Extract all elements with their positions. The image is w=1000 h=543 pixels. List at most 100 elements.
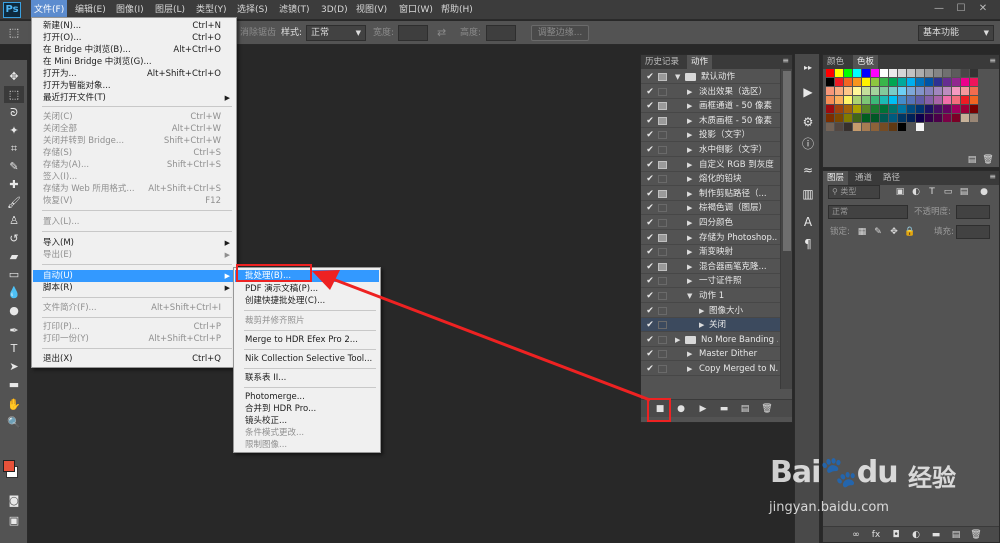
width-input[interactable] [398,25,428,41]
color-swatch[interactable] [898,69,906,77]
toggle-check-icon[interactable]: ✔ [644,114,656,128]
expand-triangle-icon[interactable]: ▶ [687,260,692,274]
color-swatch[interactable] [907,123,915,131]
eyedropper-tool-icon[interactable]: ✎ [4,158,24,175]
eraser-tool-icon[interactable]: ▰ [4,248,24,265]
color-swatch[interactable] [925,78,933,86]
blur-tool-icon[interactable]: 💧 [4,284,24,301]
action-row[interactable]: ✔ ▶ 存储为 Photoshop... [641,231,780,245]
delete-trash-icon[interactable]: 🗑 [760,402,774,416]
dialog-toggle-icon[interactable] [658,73,667,81]
tab-color[interactable]: 颜色 [823,55,848,69]
dialog-toggle-icon[interactable] [658,87,667,96]
action-row[interactable]: ✔ ▶ 四分颜色 [641,216,780,230]
color-swatch[interactable] [826,78,834,86]
color-swatch[interactable] [880,123,888,131]
color-swatch[interactable] [952,96,960,104]
color-swatch[interactable] [835,123,843,131]
color-swatch[interactable] [934,96,942,104]
styles-panel-icon[interactable]: ▥ [799,186,817,202]
toggle-check-icon[interactable]: ✔ [644,187,656,201]
color-swatch[interactable] [835,105,843,113]
action-row[interactable]: ✔ ▶ 水中倒影（文字） [641,143,780,157]
menu-window[interactable]: 窗口(W) [396,0,436,20]
toggle-check-icon[interactable]: ✔ [644,172,656,186]
delete-swatch-icon[interactable]: 🗑 [981,153,995,167]
toggle-check-icon[interactable]: ✔ [644,333,656,347]
color-swatch[interactable] [916,123,924,131]
expand-triangle-icon[interactable]: ▼ [675,70,680,84]
action-row[interactable]: ✔ ▶ 自定义 RGB 到灰度 [641,158,780,172]
color-swatch[interactable] [835,78,843,86]
color-swatch[interactable] [844,105,852,113]
color-swatch[interactable] [826,105,834,113]
color-swatch[interactable] [889,123,897,131]
healing-brush-tool-icon[interactable]: ✚ [4,176,24,193]
color-swatch[interactable] [880,87,888,95]
zoom-tool-icon[interactable]: 🔍 [4,414,24,431]
color-swatch[interactable] [862,96,870,104]
move-tool-icon[interactable]: ✥ [4,68,24,85]
color-swatch[interactable] [889,105,897,113]
color-swatch[interactable] [916,105,924,113]
menu-crop-straighten[interactable]: 裁剪并修齐照片 [235,315,379,327]
lock-position-icon[interactable]: ✥ [888,226,900,238]
color-swatch[interactable] [853,123,861,131]
dialog-toggle-icon[interactable] [658,233,667,242]
color-swatch[interactable] [880,96,888,104]
color-swatch[interactable] [934,78,942,86]
paragraph-panel-icon[interactable]: ¶ [799,236,817,252]
screen-mode-icon[interactable]: ▣ [4,512,24,529]
color-swatch[interactable] [952,105,960,113]
menu-scripts[interactable]: 脚本(R) ▶ [33,282,235,294]
color-swatch[interactable] [835,114,843,122]
filter-shape-icon[interactable]: ▭ [942,186,954,198]
panel-menu-icon[interactable]: ≡ [989,172,996,181]
color-swatch[interactable] [925,96,933,104]
color-swatch[interactable] [907,78,915,86]
menu-pdf-presentation[interactable]: PDF 演示文稿(P)... [235,283,379,295]
menu-open-smart-object[interactable]: 打开为智能对象... [33,80,235,92]
action-set-row[interactable]: ✔ ▼ 默认动作 [641,70,780,84]
color-swatch[interactable] [871,114,879,122]
action-step-row[interactable]: ✔ ▶ 关闭 [641,318,780,333]
dodge-tool-icon[interactable]: ● [4,302,24,319]
color-swatch[interactable] [943,78,951,86]
filter-type-icon[interactable]: T [926,186,938,198]
color-swatch[interactable] [934,69,942,77]
expand-triangle-icon[interactable]: ▶ [687,216,692,230]
marquee-tool-icon[interactable]: ⬚ [4,86,24,103]
workspace-select[interactable]: 基本功能 ▼ [918,25,994,41]
menu-export[interactable]: 导出(E) ▶ [33,249,235,261]
maximize-button[interactable]: ☐ [952,2,970,16]
color-swatch[interactable] [898,114,906,122]
color-swatch[interactable] [952,114,960,122]
lock-all-icon[interactable]: 🔒 [904,226,916,238]
color-swatch[interactable] [853,105,861,113]
menu-close-all[interactable]: 关闭全部 Alt+Ctrl+W [33,123,235,135]
color-swatch[interactable] [853,114,861,122]
color-swatch[interactable] [826,87,834,95]
expand-triangle-icon[interactable]: ▶ [699,318,704,332]
menu-automate[interactable]: 自动(U) ▶ [33,270,235,282]
toggle-check-icon[interactable]: ✔ [644,318,656,332]
toggle-check-icon[interactable]: ✔ [644,216,656,230]
color-swatch[interactable] [916,69,924,77]
color-swatch[interactable] [970,96,978,104]
toggle-check-icon[interactable]: ✔ [644,347,656,361]
color-swatch[interactable] [907,96,915,104]
toggle-check-icon[interactable]: ✔ [644,260,656,274]
menu-lens-correction[interactable]: 镜头校正... [235,415,379,427]
color-swatch[interactable] [862,114,870,122]
action-row[interactable]: ✔ ▶ 制作剪贴路径（... [641,187,780,201]
lock-transparent-icon[interactable]: ▦ [856,226,868,238]
expand-triangle-icon[interactable]: ▶ [675,333,680,347]
type-tool-icon[interactable]: T [4,340,24,357]
toggle-check-icon[interactable]: ✔ [644,231,656,245]
panel-menu-icon[interactable]: ≡ [782,56,789,65]
toggle-check-icon[interactable]: ✔ [644,85,656,99]
dialog-toggle-icon[interactable] [658,365,667,373]
scrollbar-thumb[interactable] [783,71,791,251]
dialog-toggle-icon[interactable] [658,277,667,286]
style-select[interactable]: 正常 ▼ [306,25,366,41]
